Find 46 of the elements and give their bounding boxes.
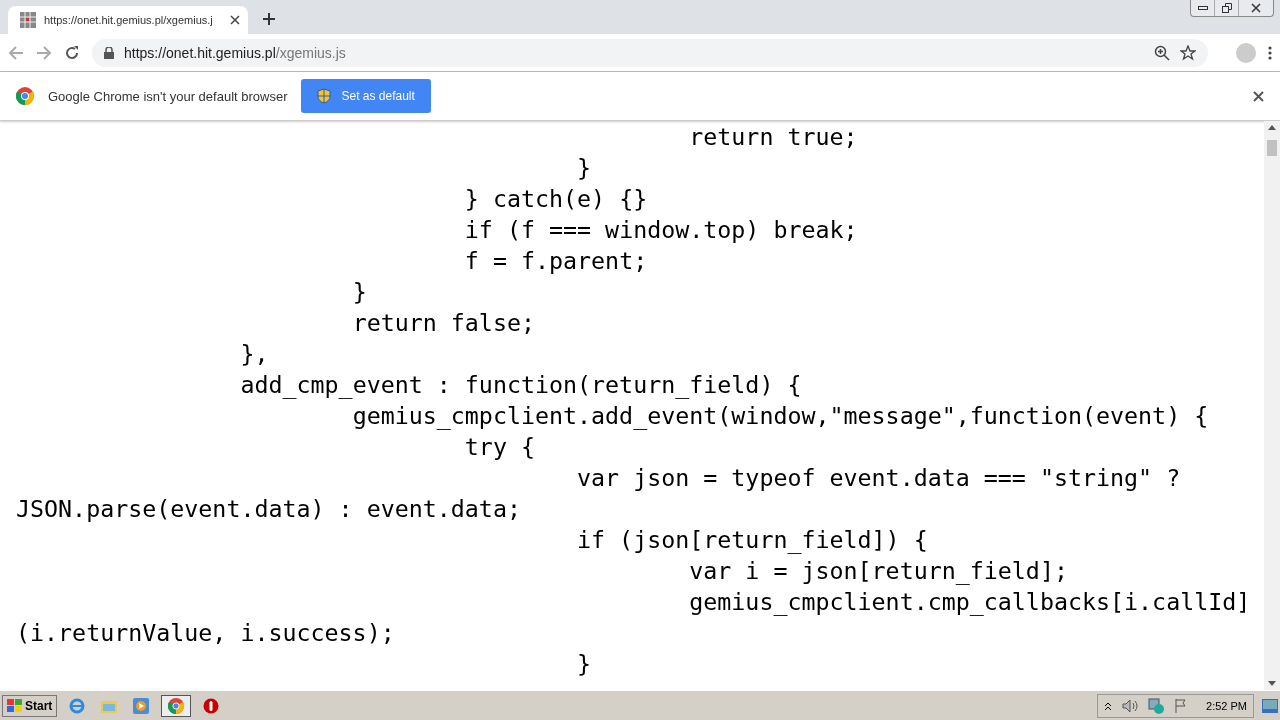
url-text: https://onet.hit.gemius.pl/xgemius.js — [124, 44, 347, 61]
star-icon[interactable] — [1180, 44, 1196, 61]
code-line: } catch(e) {} — [463, 184, 649, 214]
code-line: gemius_cmpclient.add_event(window,"message",function(event) { — [351, 401, 1210, 431]
code-line: try { — [463, 432, 536, 462]
flag-icon[interactable] — [1174, 698, 1189, 713]
code-line: var json = typeof event.data === "string" ? JSON.parse(event.data) : event.data; — [16, 463, 1182, 524]
scroll-thumb[interactable] — [1267, 140, 1277, 156]
code-line: add_cmp_event : function(return_field) { — [239, 370, 803, 400]
infobar-message: Google Chrome isn't your default browser — [48, 88, 288, 104]
tab-title: https://onet.hit.gemius.pl/xgemius.j — [44, 14, 214, 26]
code-line: if (json[return_field]) { — [576, 525, 929, 555]
show-desktop-icon[interactable] — [1262, 698, 1278, 713]
start-button[interactable]: Start — [2, 694, 58, 717]
new-tab-icon[interactable] — [262, 12, 276, 26]
scroll-down-icon[interactable] — [1268, 681, 1276, 686]
scroll-up-icon[interactable] — [1268, 125, 1276, 130]
code-line: f = f.parent; — [463, 246, 649, 276]
code-line: if (f === window.top) break; — [463, 215, 859, 245]
code-line: var i = json[return_field]; — [688, 556, 1069, 586]
shield-icon — [317, 88, 332, 104]
network-icon[interactable] — [1148, 697, 1165, 714]
reload-icon[interactable] — [64, 44, 80, 61]
chrome-taskbar-icon[interactable] — [161, 694, 192, 717]
code-line: return false; — [351, 308, 536, 338]
zoom-icon[interactable] — [1154, 44, 1170, 61]
lock-icon — [104, 46, 114, 59]
code-line: } — [576, 153, 593, 183]
favicon-icon — [20, 12, 36, 28]
code-line: gemius_cmpclient.cmp_callbacks[i.callId] (i.returnValue, i.success); — [16, 587, 1252, 648]
close-icon[interactable] — [1253, 90, 1264, 102]
address-bar[interactable]: https://onet.hit.gemius.pl/xgemius.js — [92, 38, 1208, 67]
code-line: } — [576, 649, 593, 679]
chevron-up-icon[interactable] — [1104, 700, 1113, 711]
code-line: } — [351, 277, 368, 307]
code-line: return true; — [688, 122, 859, 152]
windows-logo-icon — [7, 698, 23, 713]
menu-icon[interactable] — [1268, 44, 1272, 61]
code-line: }, — [239, 339, 270, 369]
speaker-icon[interactable] — [1122, 698, 1139, 713]
browser-tab[interactable]: https://onet.hit.gemius.pl/xgemius.j — [8, 6, 248, 34]
close-icon[interactable] — [230, 15, 240, 25]
clock: 2:52 PM — [1206, 699, 1247, 712]
set-default-button[interactable]: Set as default — [301, 79, 431, 113]
chrome-logo-icon — [16, 87, 34, 105]
scrollbar[interactable] — [1264, 121, 1280, 690]
